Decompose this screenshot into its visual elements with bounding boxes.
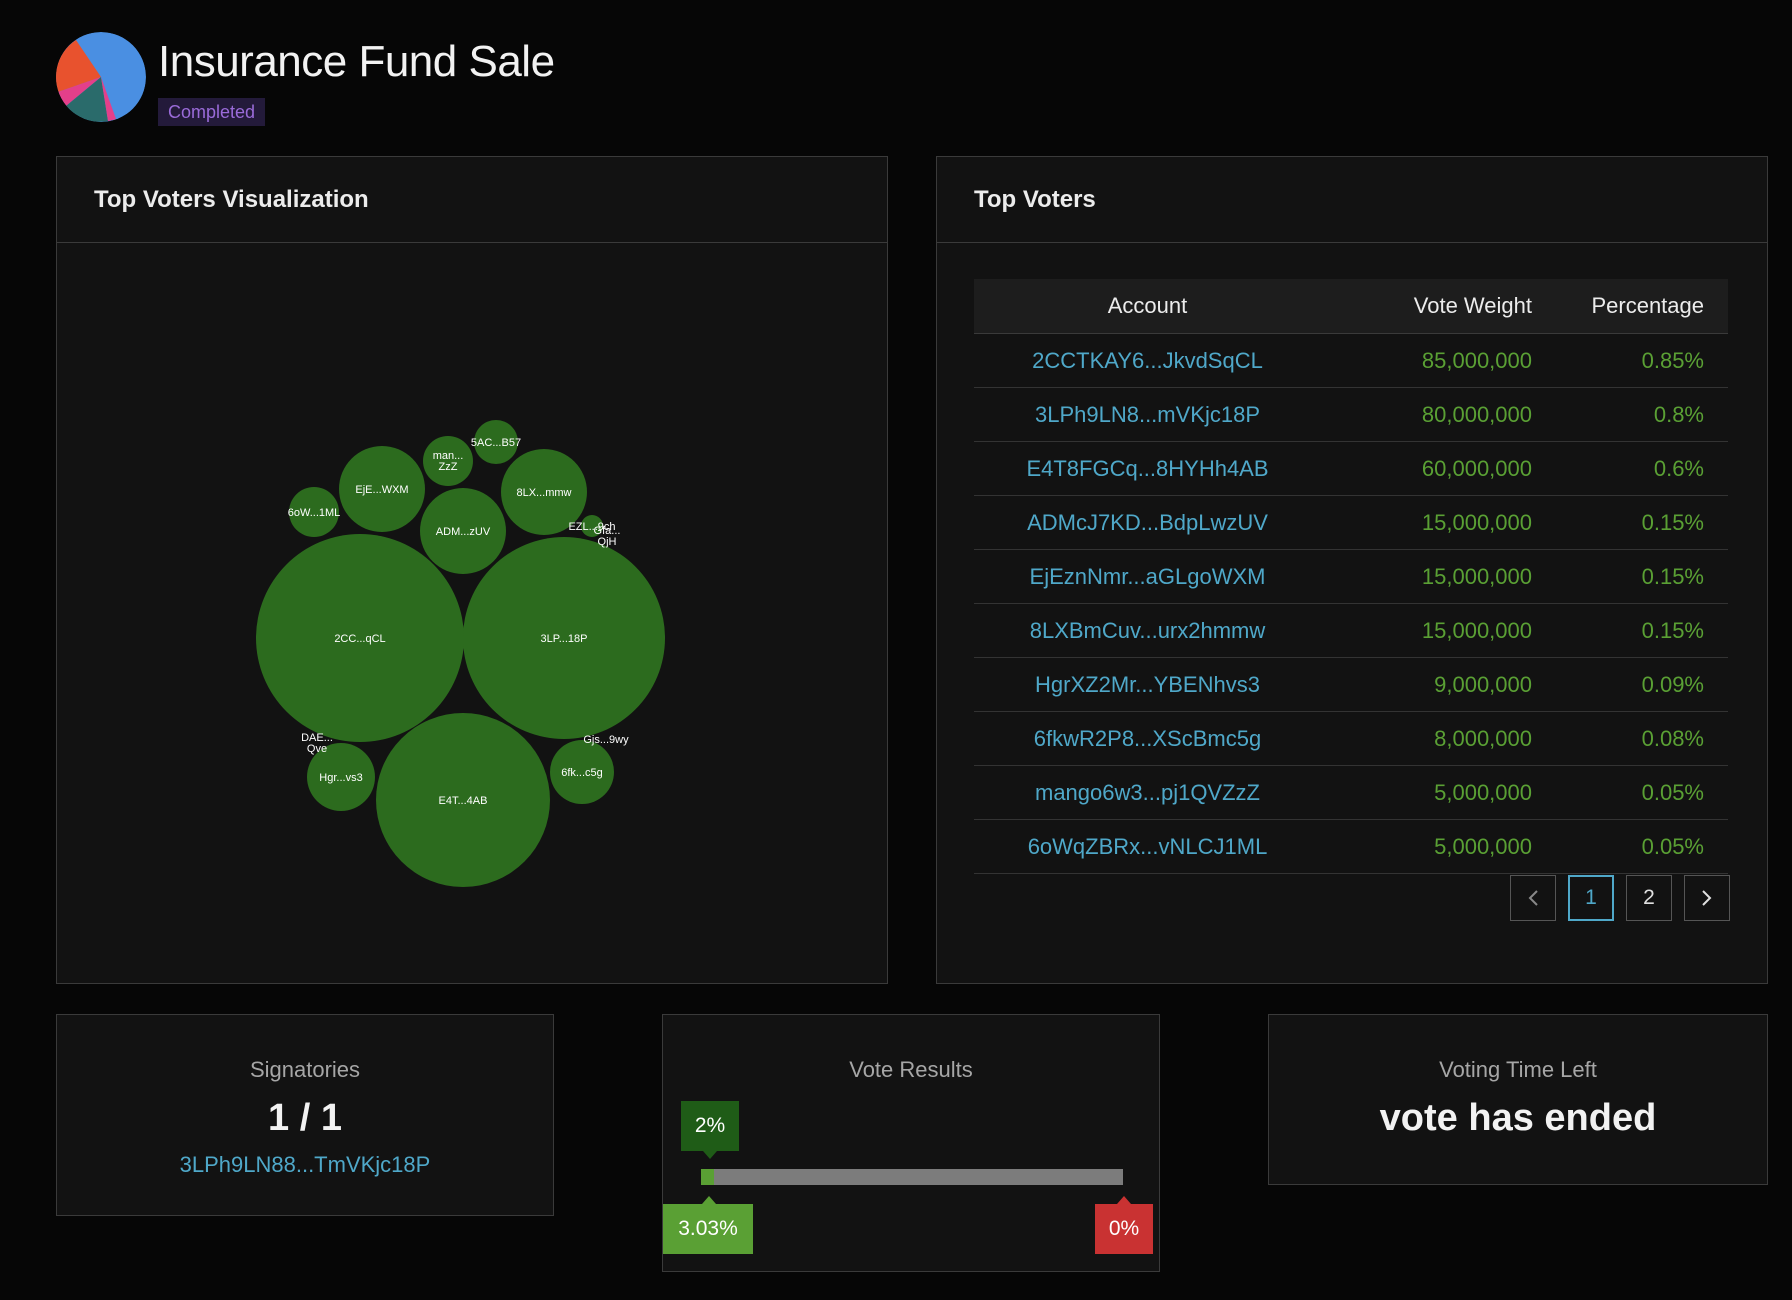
vote-weight-cell: 15,000,000	[1321, 603, 1533, 658]
vote-weight-cell: 15,000,000	[1321, 549, 1533, 604]
column-header-account: Account	[974, 279, 1321, 334]
no-percentage-badge: 0%	[1095, 1196, 1153, 1254]
bubble-label: Gfa... QjH	[594, 525, 621, 548]
realm-avatar	[56, 32, 146, 122]
signatories-count: 1 / 1	[268, 1097, 342, 1139]
column-header-percentage: Percentage	[1533, 279, 1728, 334]
bubble-label: EjE...WXM	[355, 484, 408, 496]
status-badge: Completed	[158, 98, 266, 126]
page-1-button[interactable]: 1	[1568, 875, 1614, 921]
column-header-vote-weight: Vote Weight	[1321, 279, 1533, 334]
prev-page-button[interactable]	[1510, 875, 1556, 921]
percentage-cell: 0.15%	[1533, 495, 1728, 550]
account-link[interactable]: E4T8FGCq...8HYHh4AB	[974, 441, 1321, 496]
chevron-right-icon	[1702, 890, 1712, 906]
bubble-label: ADM...zUV	[436, 526, 491, 538]
table-row: E4T8FGCq...8HYHh4AB 60,000,000 0.6%	[974, 441, 1728, 496]
yes-vote-fill	[701, 1169, 714, 1185]
account-link[interactable]: EjEznNmr...aGLgoWXM	[974, 549, 1321, 604]
vote-results-card: Vote Results 2% 3.03% 0%	[662, 1014, 1160, 1272]
chevron-left-icon	[1528, 890, 1538, 906]
page-2-button[interactable]: 2	[1626, 875, 1672, 921]
percentage-cell: 0.08%	[1533, 711, 1728, 766]
bubble-label: 6fk...c5g	[561, 767, 603, 779]
percentage-cell: 0.6%	[1533, 441, 1728, 496]
table-header-row: Account Vote Weight Percentage	[974, 279, 1728, 334]
bubble-chart: 2CC...qCL 3LP...18P E4T...4AB ADM...zUV EjE.…	[256, 420, 665, 887]
panel-title: Top Voters Visualization	[94, 185, 369, 213]
pagination: 1 2	[1510, 875, 1730, 921]
signatories-card: Signatories 1 / 1 3LPh9LN88...TmVKjc18P	[56, 1014, 554, 1216]
voters-table: Account Vote Weight Percentage 2CCTKAY6.…	[974, 279, 1728, 874]
vote-weight-cell: 15,000,000	[1321, 495, 1533, 550]
bubble-label: E4T...4AB	[439, 795, 488, 807]
vote-weight-cell: 85,000,000	[1321, 333, 1533, 388]
table-row: mango6w3...pj1QVZzZ 5,000,000 0.05%	[974, 765, 1728, 820]
percentage-cell: 0.05%	[1533, 819, 1728, 874]
bubble-label: 3LP...18P	[541, 633, 588, 645]
proposal-header: Insurance Fund Sale Completed	[56, 32, 555, 126]
account-link[interactable]: mango6w3...pj1QVZzZ	[974, 765, 1321, 820]
table-row: 8LXBmCuv...urx2hmmw 15,000,000 0.15%	[974, 603, 1728, 658]
time-left-value: vote has ended	[1379, 1097, 1657, 1139]
signatories-label: Signatories	[249, 1057, 361, 1082]
top-voters-visualization-panel: Top Voters Visualization 2CC...qCL 3LP...…	[56, 156, 888, 984]
vote-results-label: Vote Results	[849, 1057, 973, 1082]
top-voters-panel: Top Voters Account Vote Weight Percentag…	[936, 156, 1768, 984]
account-link[interactable]: 3LPh9LN8...mVKjc18P	[974, 387, 1321, 442]
page-title: Insurance Fund Sale	[158, 37, 555, 86]
table-row: 6fkwR2P8...XScBmc5g 8,000,000 0.08%	[974, 711, 1728, 766]
bubble-label: Hgr...vs3	[319, 772, 362, 784]
bubble-label: 5AC...B57	[471, 437, 521, 449]
vote-weight-cell: 5,000,000	[1321, 819, 1533, 874]
vote-weight-cell: 60,000,000	[1321, 441, 1533, 496]
account-link[interactable]: 8LXBmCuv...urx2hmmw	[974, 603, 1321, 658]
table-row: EjEznNmr...aGLgoWXM 15,000,000 0.15%	[974, 549, 1728, 604]
account-link[interactable]: 6oWqZBRx...vNLCJ1ML	[974, 819, 1321, 874]
pie-logo-icon	[56, 32, 146, 122]
vote-weight-cell: 9,000,000	[1321, 657, 1533, 712]
table-row: HgrXZ2Mr...YBENhvs3 9,000,000 0.09%	[974, 657, 1728, 712]
percentage-cell: 0.15%	[1533, 549, 1728, 604]
bubble-label: 2CC...qCL	[334, 633, 385, 645]
next-page-button[interactable]	[1684, 875, 1730, 921]
percentage-cell: 0.15%	[1533, 603, 1728, 658]
quorum-tooltip: 2%	[681, 1101, 739, 1159]
voting-time-left-card: Voting Time Left vote has ended	[1268, 1014, 1768, 1185]
percentage-cell: 0.8%	[1533, 387, 1728, 442]
panel-title: Top Voters	[974, 185, 1096, 213]
percentage-cell: 0.85%	[1533, 333, 1728, 388]
account-link[interactable]: 6fkwR2P8...XScBmc5g	[974, 711, 1321, 766]
table-row: 3LPh9LN8...mVKjc18P 80,000,000 0.8%	[974, 387, 1728, 442]
vote-weight-cell: 8,000,000	[1321, 711, 1533, 766]
vote-weight-cell: 5,000,000	[1321, 765, 1533, 820]
account-link[interactable]: HgrXZ2Mr...YBENhvs3	[974, 657, 1321, 712]
bubble-label: Gjs...9wy	[583, 734, 629, 746]
table-row: 2CCTKAY6...JkvdSqCL 85,000,000 0.85%	[974, 333, 1728, 388]
table-row: ADMcJ7KD...BdpLwzUV 15,000,000 0.15%	[974, 495, 1728, 550]
percentage-cell: 0.09%	[1533, 657, 1728, 712]
vote-weight-cell: 80,000,000	[1321, 387, 1533, 442]
time-left-label: Voting Time Left	[1439, 1057, 1597, 1082]
account-link[interactable]: 2CCTKAY6...JkvdSqCL	[974, 333, 1321, 388]
bubble-label: 6oW...1ML	[288, 507, 341, 519]
bubble-label: 8LX...mmw	[516, 487, 571, 499]
vote-progress-bar	[701, 1169, 1123, 1185]
yes-percentage-badge: 3.03%	[663, 1196, 753, 1254]
percentage-cell: 0.05%	[1533, 765, 1728, 820]
table-row: 6oWqZBRx...vNLCJ1ML 5,000,000 0.05%	[974, 819, 1728, 874]
account-link[interactable]: ADMcJ7KD...BdpLwzUV	[974, 495, 1321, 550]
signatory-address-link[interactable]: 3LPh9LN88...TmVKjc18P	[57, 1152, 553, 1178]
